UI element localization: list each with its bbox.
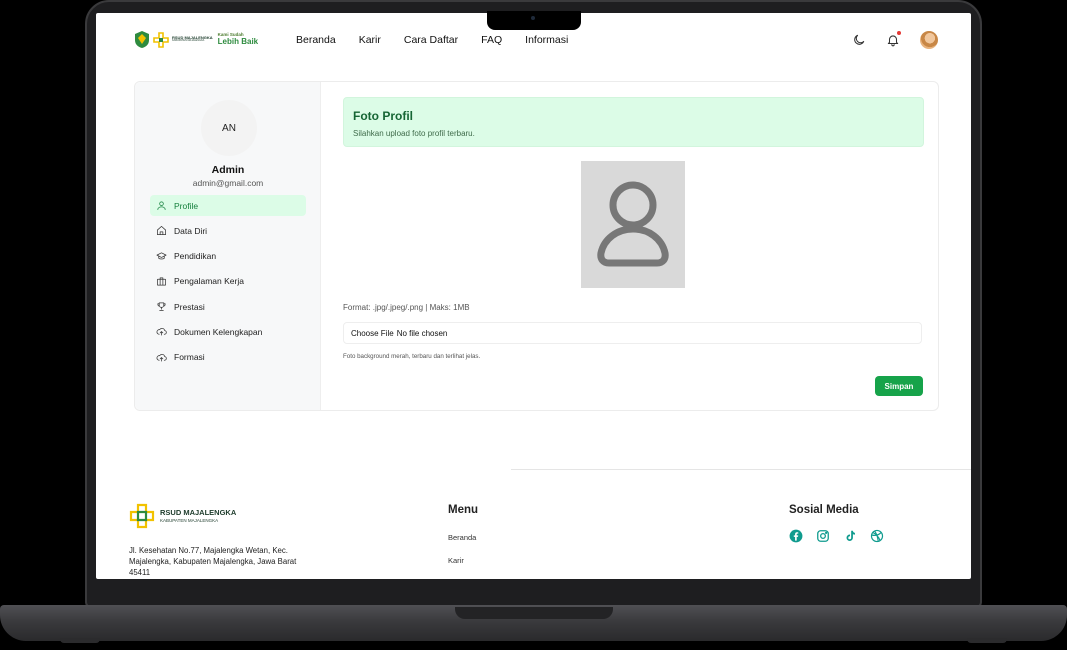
sidebar-item-label: Formasi (174, 352, 205, 363)
notification-dot (897, 31, 901, 35)
footer-divider (511, 469, 971, 470)
tiktok-icon[interactable] (843, 529, 857, 543)
profile-card: AN Admin admin@gmail.com Profile Data Di… (134, 81, 939, 411)
format-info: Format: .jpg/.jpeg/.png | Maks: 1MB (343, 303, 470, 312)
cloud-upload-icon (156, 353, 167, 362)
nav-link-informasi[interactable]: Informasi (525, 34, 568, 46)
camera-notch (487, 11, 581, 30)
alert-text: Silahkan upload foto profil terbaru. (353, 129, 475, 138)
file-input[interactable]: Choose File No file chosen (343, 322, 922, 344)
photo-hint: Foto background merah, terbaru dan terli… (343, 353, 481, 360)
sidebar-item-dokumen-kelengkapan[interactable]: Dokumen Kelengkapan (150, 321, 306, 342)
notification-button[interactable] (886, 31, 901, 47)
nav-links: Beranda Karir Cara Daftar FAQ Informasi (296, 34, 568, 46)
footer-logo-subtitle: KABUPATEN MAJALENGKA (160, 517, 219, 523)
profile-name: Admin (211, 164, 245, 176)
sidebar-item-label: Profile (174, 200, 199, 211)
home-icon (157, 226, 166, 236)
file-status: No file chosen (396, 328, 448, 338)
sidebar: AN Admin admin@gmail.com Profile Data Di… (135, 82, 321, 410)
user-placeholder-icon (597, 181, 669, 267)
sidebar-item-label: Prestasi (174, 301, 205, 312)
social-icons (789, 529, 884, 543)
sidebar-item-prestasi[interactable]: Prestasi (150, 296, 306, 317)
footer-logo[interactable]: RSUD MAJALENGKA KABUPATEN MAJALENGKA (129, 503, 236, 529)
alert-title: Foto Profil (353, 109, 413, 123)
sidebar-item-pendidikan[interactable]: Pendidikan (150, 246, 306, 267)
sidebar-item-label: Pendidikan (174, 251, 217, 262)
instagram-icon[interactable] (816, 529, 830, 543)
nav-link-faq[interactable]: FAQ (481, 34, 502, 46)
nav-link-karir[interactable]: Karir (359, 34, 381, 46)
footer-link-karir[interactable]: Karir (448, 556, 464, 565)
graduation-cap-icon (156, 252, 167, 259)
dribbble-icon[interactable] (870, 529, 884, 543)
footer-menu-title: Menu (448, 504, 479, 516)
profile-email: admin@gmail.com (192, 178, 264, 188)
hospital-cross-icon (153, 31, 169, 48)
avatar[interactable] (920, 31, 938, 49)
motto: Kami Sudah Lebih Baik (218, 33, 258, 46)
sidebar-item-label: Dokumen Kelengkapan (174, 326, 263, 337)
profile-avatar: AN (201, 100, 257, 156)
sidebar-item-data-diri[interactable]: Data Diri (150, 220, 306, 241)
footer-logo-title: RSUD MAJALENGKA (160, 508, 237, 518)
sidebar-item-pengalaman-kerja[interactable]: Pengalaman Kerja (150, 271, 306, 292)
screen: RSUD MAJALENGKA KABUPATEN MAJALENGKA Kam… (96, 13, 971, 579)
photo-preview (581, 161, 685, 288)
social-title: Sosial Media (789, 504, 859, 516)
sidebar-menu: Profile Data Diri Pendidikan Pengalaman … (150, 195, 306, 372)
laptop-base-notch (455, 607, 613, 619)
bell-icon (887, 35, 899, 47)
logo-title: RSUD MAJALENGKA KABUPATEN MAJALENGKA (172, 35, 213, 43)
user-icon (157, 201, 166, 210)
sidebar-item-formasi[interactable]: Formasi (150, 347, 306, 368)
laptop-foot-left (60, 638, 100, 643)
save-button[interactable]: Simpan (875, 376, 923, 396)
cloud-upload-icon (156, 328, 167, 337)
motto-line2: Lebih Baik (217, 36, 259, 46)
nav-actions (852, 31, 938, 49)
nav-link-beranda[interactable]: Beranda (296, 34, 336, 46)
sidebar-item-label: Pengalaman Kerja (174, 276, 244, 287)
sidebar-item-label: Data Diri (174, 225, 208, 236)
logo-subtitle: KABUPATEN MAJALENGKA (172, 39, 205, 43)
moon-icon[interactable] (852, 33, 866, 47)
site-logo[interactable]: RSUD MAJALENGKA KABUPATEN MAJALENGKA Kam… (134, 30, 258, 49)
briefcase-icon (157, 277, 166, 286)
trophy-icon (157, 302, 166, 312)
sidebar-item-profile[interactable]: Profile (150, 195, 306, 216)
nav-link-cara-daftar[interactable]: Cara Daftar (404, 34, 458, 46)
emblem-icon (135, 31, 149, 48)
info-alert: Foto Profil Silahkan upload foto profil … (343, 97, 924, 147)
facebook-icon[interactable] (789, 529, 803, 543)
footer-link-beranda[interactable]: Beranda (448, 533, 476, 542)
footer-address: Jl. Kesehatan No.77, Majalengka Wetan, K… (129, 546, 297, 577)
laptop-foot-right (967, 638, 1007, 643)
choose-file-button[interactable]: Choose File (351, 329, 394, 338)
hospital-cross-icon (129, 503, 155, 529)
